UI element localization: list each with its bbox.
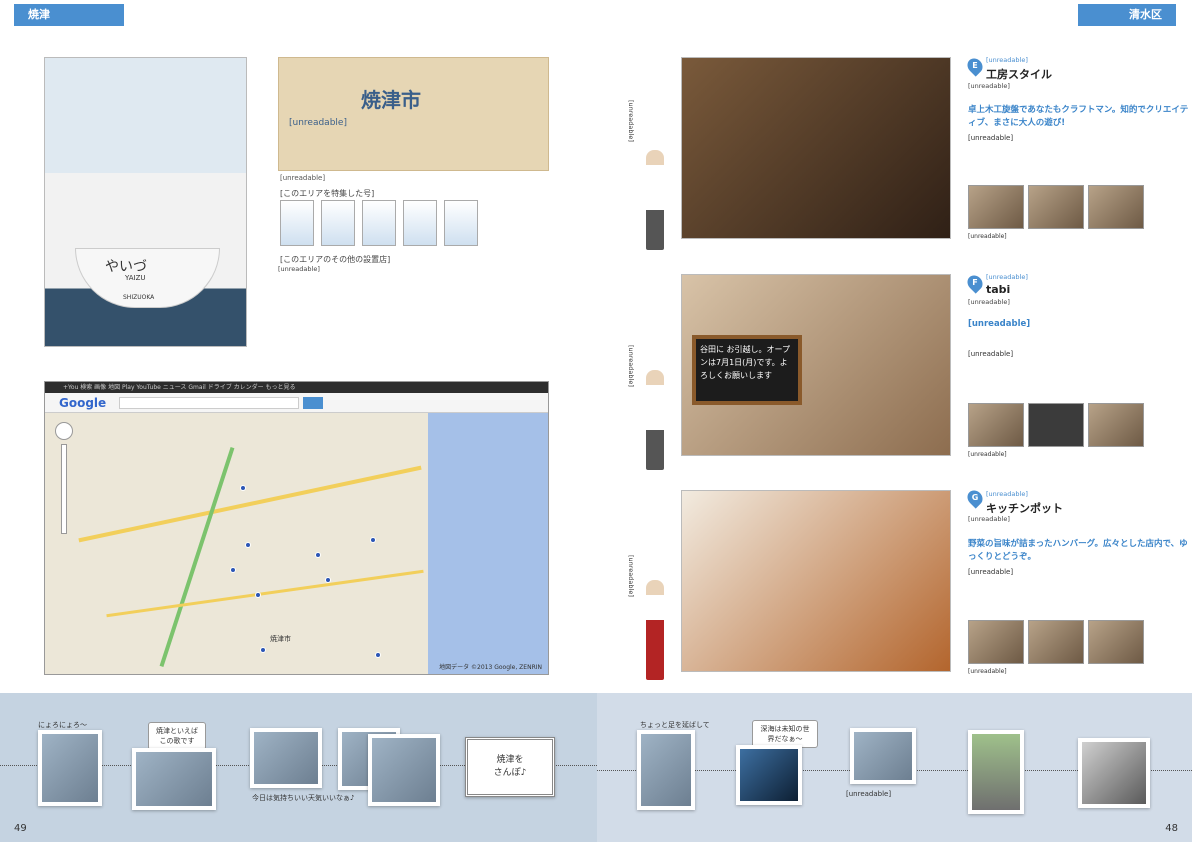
- map-pin[interactable]: [245, 542, 251, 548]
- shop-e-thumb-2: [1028, 185, 1084, 229]
- walk-photo-3: [250, 728, 322, 788]
- map-pin[interactable]: [315, 552, 321, 558]
- walk-caption-2: 焼津といえばこの歌です: [148, 722, 206, 750]
- issue-cover-3[interactable]: [362, 200, 396, 246]
- shop-e-name: 工房スタイル: [986, 68, 1052, 81]
- walk-caption-r1: ちょっと足を延ばして: [640, 721, 710, 729]
- map-search-input[interactable]: [119, 397, 299, 409]
- shop-g-thumb-caption: [unreadable]: [968, 668, 1007, 675]
- walk-caption-r2: 深海は未知の世界だなぁ〜: [752, 720, 818, 748]
- shop-g-lead: 野菜の旨味が詰まったハンバーグ。広々とした店内で、ゆっくりとどうぞ。: [968, 539, 1188, 562]
- walk-photo-2: [132, 748, 216, 810]
- magazine-spread: { "left_page": { "tab_label": "焼津", "pag…: [0, 0, 1192, 842]
- walk-caption-1: にょろにょろ〜: [38, 721, 87, 729]
- area-tab-yaizu: 焼津: [14, 4, 124, 26]
- shop-e-info: [unreadable]: [968, 82, 1010, 90]
- ship-name-roman: YAIZU: [125, 274, 146, 282]
- shop-g-photo: [681, 490, 951, 672]
- walk-photo-r4: [968, 730, 1024, 814]
- walk-photo-r5: [1078, 738, 1150, 808]
- shop-f-lead: [unreadable]: [968, 319, 1031, 329]
- shop-e-side-caption: [unreadable]: [627, 100, 635, 142]
- shop-g-access: [unreadable]: [986, 490, 1028, 498]
- issue-cover-2[interactable]: [321, 200, 355, 246]
- shop-g-info: [unreadable]: [968, 515, 1010, 523]
- shop-e-owner-figure: [646, 150, 664, 250]
- map-note: [unreadable]: [280, 174, 326, 182]
- map-pin[interactable]: [325, 577, 331, 583]
- issue-cover-4[interactable]: [403, 200, 437, 246]
- shop-f-sign: 谷田に お引越し。オープンは7月1日(月)です。よろしくお願いします: [692, 335, 802, 405]
- map-pin[interactable]: [260, 647, 266, 653]
- map-pin[interactable]: [255, 592, 261, 598]
- shop-e-lead: 卓上木工旋盤であなたもクラフトマン。知的でクリエイティブ、まさに大人の遊び!: [968, 105, 1189, 128]
- shop-f-side-caption: [unreadable]: [627, 345, 635, 387]
- shop-f-info: [unreadable]: [968, 298, 1010, 306]
- map-city-label: 焼津市: [270, 635, 291, 643]
- shop-g-side-caption: [unreadable]: [627, 555, 635, 597]
- walk-photo-r1: [637, 730, 695, 810]
- shop-g-badge: G: [964, 487, 986, 509]
- map-zoom-slider[interactable]: [61, 444, 67, 534]
- ship-photo: やいづ YAIZU SHIZUOKA: [44, 57, 247, 347]
- shop-g-thumb-1: [968, 620, 1024, 664]
- google-map[interactable]: +You 検索 画像 地図 Play YouTube ニュース Gmail ドラ…: [44, 381, 549, 675]
- stamp-line-1: 焼津を: [496, 755, 524, 765]
- page-number-right: 48: [1165, 823, 1178, 834]
- shop-e-thumb-caption: [unreadable]: [968, 233, 1007, 240]
- shop-f-thumb-2: [1028, 403, 1084, 447]
- map-pin[interactable]: [240, 485, 246, 491]
- shop-g-owner-figure: [646, 580, 664, 680]
- shop-e-access: [unreadable]: [986, 56, 1028, 64]
- walk-title-stamp: 焼津を さんぽ♪: [465, 737, 555, 797]
- shop-e-body: [unreadable]: [968, 134, 1014, 142]
- map-pin[interactable]: [230, 567, 236, 573]
- google-logo: Google: [59, 396, 107, 410]
- map-credit: 地図データ ©2013 Google, ZENRIN: [439, 664, 542, 671]
- map-pan-control[interactable]: [55, 422, 73, 440]
- stamp-line-2: さんぽ♪: [493, 768, 527, 778]
- shop-g-name: キッチンポット: [986, 502, 1063, 515]
- ship-name-kana: やいづ: [105, 259, 147, 275]
- shop-f-photo: 谷田に お引越し。オープンは7月1日(月)です。よろしくお願いします: [681, 274, 951, 456]
- walk-photo-5: [368, 734, 440, 806]
- other-spots-list: [unreadable]: [278, 265, 320, 273]
- shop-f-badge: F: [964, 272, 986, 294]
- shop-f-owner-figure: [646, 370, 664, 470]
- shop-g-thumb-3: [1088, 620, 1144, 664]
- shop-e-thumb-3: [1088, 185, 1144, 229]
- map-sea: [428, 413, 548, 674]
- shop-e-thumb-1: [968, 185, 1024, 229]
- ship-port: SHIZUOKA: [123, 294, 155, 301]
- page-number-left: 49: [14, 823, 27, 834]
- city-intro-text: [unreadable]: [289, 118, 347, 128]
- walk-photo-1: [38, 730, 102, 806]
- shop-f-thumb-3: [1088, 403, 1144, 447]
- map-topbar: +You 検索 画像 地図 Play YouTube ニュース Gmail ドラ…: [45, 382, 548, 393]
- shop-e-photo: [681, 57, 951, 239]
- shop-f-access: [unreadable]: [986, 273, 1028, 281]
- walk-photo-r3: [850, 728, 916, 784]
- issues-label: [このエリアを特集した号]: [280, 189, 375, 198]
- walk-caption-r3: [unreadable]: [846, 790, 892, 798]
- shop-f-name: tabi: [986, 283, 1011, 296]
- issue-cover-5[interactable]: [444, 200, 478, 246]
- shop-e-badge: E: [964, 55, 986, 77]
- shop-g-thumb-2: [1028, 620, 1084, 664]
- shop-f-body: [unreadable]: [968, 350, 1014, 358]
- map-land: [45, 413, 428, 674]
- shop-f-thumb-1: [968, 403, 1024, 447]
- city-intro-card: 焼津市 [unreadable]: [278, 57, 549, 171]
- walk-photo-r2: [736, 745, 802, 805]
- shop-f-thumb-caption: [unreadable]: [968, 451, 1007, 458]
- issue-cover-1[interactable]: [280, 200, 314, 246]
- city-title: 焼津市: [361, 88, 421, 112]
- walk-caption-3: 今日は気持ちいい天気いいなぁ♪: [252, 794, 355, 802]
- map-search-button[interactable]: [303, 397, 323, 409]
- map-searchbar: Google: [45, 393, 548, 413]
- shop-g-body: [unreadable]: [968, 568, 1014, 576]
- area-tab-shimizu: 清水区: [1078, 4, 1176, 26]
- map-pin[interactable]: [370, 537, 376, 543]
- map-pin[interactable]: [375, 652, 381, 658]
